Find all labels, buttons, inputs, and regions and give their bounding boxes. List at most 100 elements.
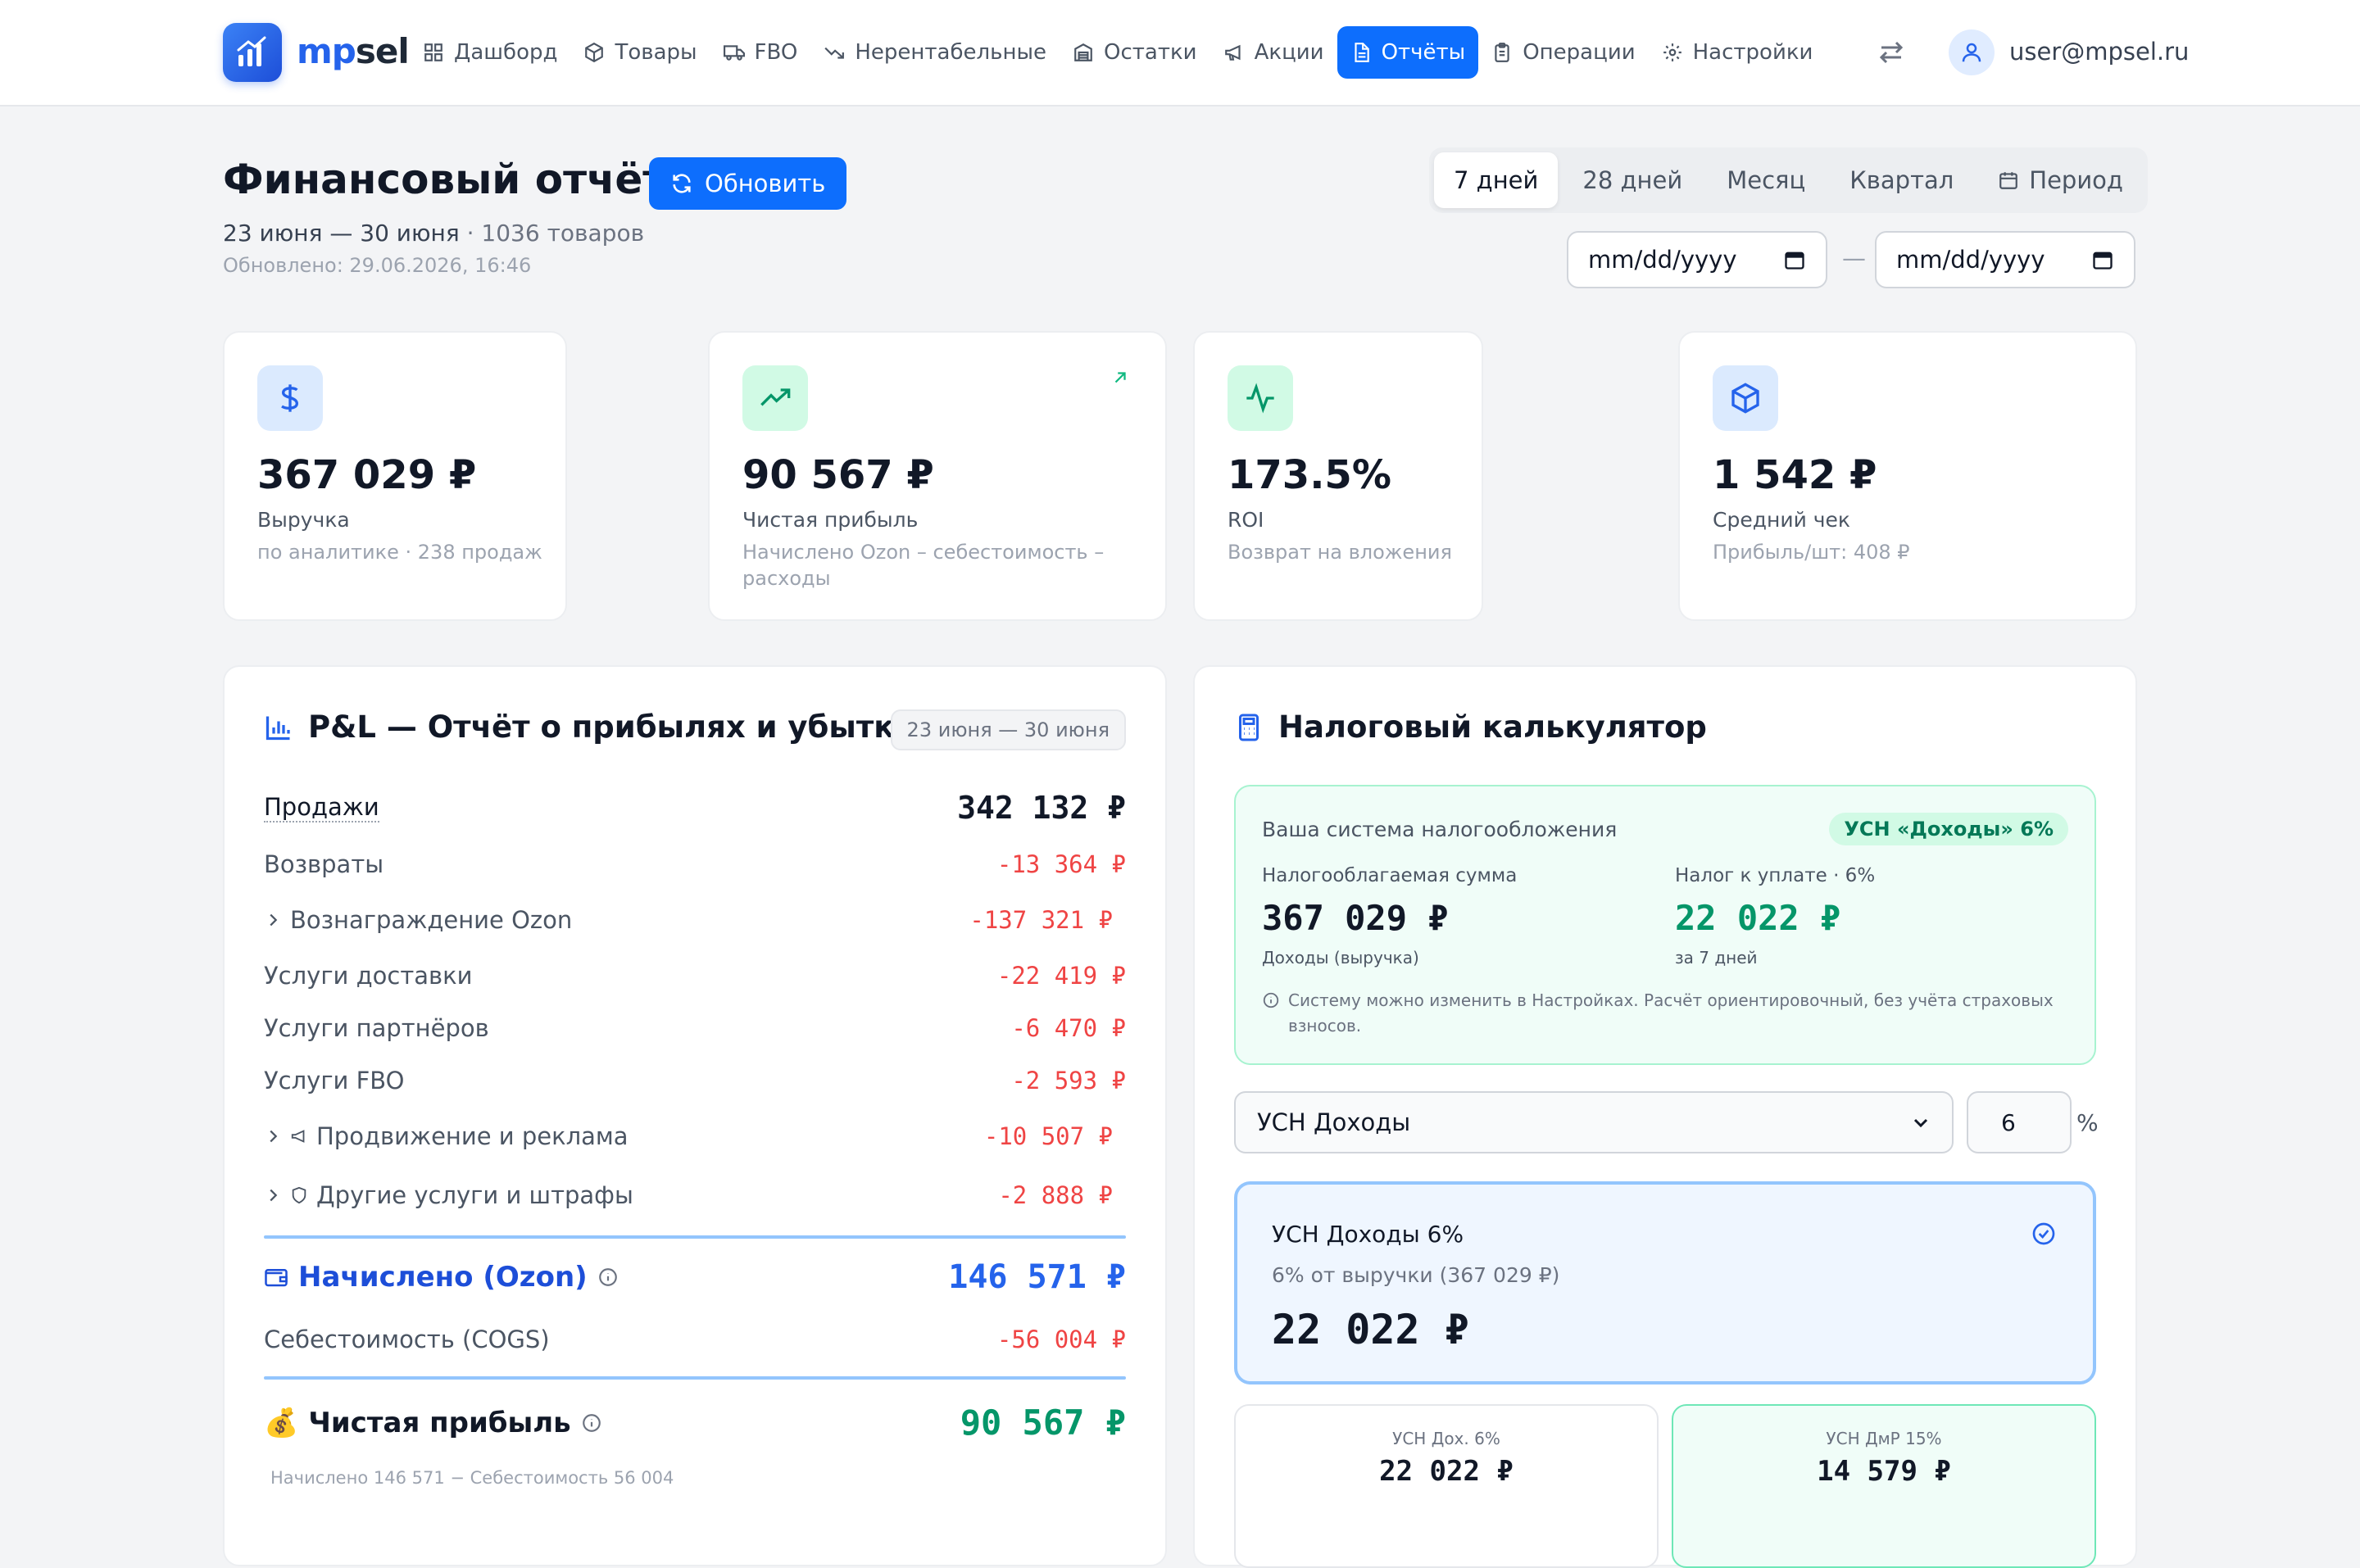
bar-chart-icon bbox=[264, 713, 293, 742]
tab-28-days[interactable]: 28 дней bbox=[1563, 152, 1702, 208]
kpi-sub: по аналитике · 238 продаж bbox=[257, 541, 542, 564]
kpi-sub: Прибыль/шт: 408 ₽ bbox=[1713, 541, 1910, 564]
kpi-value: 173.5% bbox=[1228, 452, 1391, 498]
date-from-input[interactable]: mm/dd/yyyy bbox=[1567, 231, 1827, 288]
tax-note: Систему можно изменить в Настройках. Рас… bbox=[1262, 988, 2062, 1039]
check-circle-icon bbox=[2031, 1221, 2057, 1247]
page-title: Финансовый отчёт bbox=[223, 156, 667, 203]
kpi-card-revenue: 367 029 ₽ Выручка по аналитике · 238 про… bbox=[223, 331, 567, 621]
shield-icon bbox=[290, 1186, 308, 1204]
clipboard-icon bbox=[1491, 42, 1513, 63]
grid-icon bbox=[423, 42, 444, 63]
pl-row-partners: Услуги партнёров -6 470 ₽ bbox=[264, 1014, 1126, 1042]
info-icon[interactable] bbox=[597, 1267, 619, 1288]
logo-icon[interactable] bbox=[223, 23, 282, 82]
kpi-value: 367 029 ₽ bbox=[257, 452, 477, 498]
nav-item-operations[interactable]: Операции bbox=[1478, 26, 1648, 79]
kpi-card-net-profit: 90 567 ₽ Чистая прибыль Начислено Ozon –… bbox=[708, 331, 1167, 621]
pl-date-chip: 23 июня — 30 июня bbox=[890, 709, 1126, 750]
kpi-card-avg-check: 1 542 ₽ Средний чек Прибыль/шт: 408 ₽ bbox=[1678, 331, 2137, 621]
pl-row-cogs: Себестоимость (COGS) -56 004 ₽ bbox=[264, 1326, 1126, 1353]
arrow-up-right-icon bbox=[1111, 369, 1129, 387]
tax-system-badge: УСН «Доходы» 6% bbox=[1829, 813, 2068, 845]
pl-row-delivery: Услуги доставки -22 419 ₽ bbox=[264, 962, 1126, 990]
gear-icon bbox=[1662, 42, 1683, 63]
tab-period[interactable]: Период bbox=[1978, 152, 2143, 208]
chevron-down-icon bbox=[1911, 1113, 1931, 1132]
tax-panel: Налоговый калькулятор Ваша система налог… bbox=[1193, 665, 2137, 1568]
tax-compare-card[interactable]: УСН ДмР 15% 14 579 ₽ bbox=[1672, 1404, 2096, 1568]
tab-month[interactable]: Месяц bbox=[1707, 152, 1825, 208]
date-to-input[interactable]: mm/dd/yyyy bbox=[1875, 231, 2135, 288]
info-icon[interactable] bbox=[581, 1412, 602, 1434]
tax-rate-input[interactable]: 6 bbox=[1967, 1091, 2072, 1153]
truck-icon bbox=[723, 42, 745, 63]
calendar-icon[interactable] bbox=[1783, 248, 1806, 271]
nav-item-promos[interactable]: Акции bbox=[1210, 26, 1337, 79]
net-profit-formula: Начислено 146 571 − Себестоимость 56 004 bbox=[270, 1468, 674, 1488]
calendar-icon bbox=[1998, 170, 2019, 191]
cube-icon bbox=[1713, 365, 1778, 431]
tax-result-card[interactable]: УСН Доходы 6% 6% от выручки (367 029 ₽) … bbox=[1234, 1181, 2096, 1384]
pl-title: P&L — Отчёт о прибылях и убытках bbox=[264, 709, 934, 745]
pl-row-accrued: Начислено (Ozon) 146 571 ₽ bbox=[264, 1258, 1126, 1296]
tax-compare-card[interactable]: УСН Дох. 6% 22 022 ₽ bbox=[1234, 1404, 1659, 1568]
tab-7-days[interactable]: 7 дней bbox=[1434, 152, 1559, 208]
chevron-right-icon[interactable] bbox=[264, 1186, 282, 1204]
date-separator: — bbox=[1842, 244, 1866, 272]
tab-quarter[interactable]: Квартал bbox=[1830, 152, 1973, 208]
pl-row-other[interactable]: Другие услуги и штрафы -2 888 ₽ bbox=[264, 1181, 1113, 1209]
kpi-label: Выручка bbox=[257, 508, 350, 532]
box-icon bbox=[583, 42, 605, 63]
nav-item-stock[interactable]: Остатки bbox=[1060, 26, 1210, 79]
calendar-icon[interactable] bbox=[2091, 248, 2114, 271]
nav-item-fbo[interactable]: FBO bbox=[710, 26, 811, 79]
trending-up-icon bbox=[742, 365, 808, 431]
megaphone-icon bbox=[1223, 42, 1245, 63]
nav-item-settings[interactable]: Настройки bbox=[1649, 26, 1827, 79]
report-subtitle: 23 июня — 30 июня · 1036 товаров bbox=[223, 220, 645, 247]
refresh-icon bbox=[670, 172, 693, 195]
pl-row-fbo: Услуги FBO -2 593 ₽ bbox=[264, 1067, 1126, 1094]
calculator-icon bbox=[1234, 713, 1264, 742]
kpi-sub: Возврат на вложения bbox=[1228, 541, 1452, 564]
nav-item-reports[interactable]: Отчёты bbox=[1337, 26, 1479, 79]
money-bag-icon: 💰 bbox=[264, 1406, 299, 1439]
tax-system-label: Ваша система налогообложения bbox=[1262, 818, 1618, 841]
period-tabs: 7 дней 28 дней Месяц Квартал Период bbox=[1429, 147, 2148, 213]
kpi-card-roi: 173.5% ROI Возврат на вложения bbox=[1193, 331, 1483, 621]
nav-item-dashboard[interactable]: Дашборд bbox=[410, 26, 570, 79]
kpi-sub: Начислено Ozon – себестоимость – расходы bbox=[742, 541, 1105, 590]
tax-due: Налог к уплате · 6% 22 022 ₽ за 7 дней bbox=[1675, 865, 1876, 968]
activity-icon bbox=[1228, 365, 1293, 431]
user-avatar-icon[interactable] bbox=[1949, 29, 1995, 75]
swap-icon[interactable] bbox=[1877, 38, 1906, 67]
updated-timestamp: Обновлено: 29.06.2026, 16:46 bbox=[223, 254, 532, 277]
pl-row-ads[interactable]: Продвижение и реклама -10 507 ₽ bbox=[264, 1122, 1113, 1150]
pl-row-net-profit: 💰 Чистая прибыль 90 567 ₽ bbox=[264, 1403, 1126, 1443]
kpi-value: 1 542 ₽ bbox=[1713, 452, 1877, 498]
warehouse-icon bbox=[1073, 42, 1094, 63]
tax-summary-box: Ваша система налогообложения УСН «Доходы… bbox=[1234, 785, 2096, 1065]
brand-name[interactable]: mpsel bbox=[297, 31, 410, 71]
megaphone-icon bbox=[290, 1127, 308, 1145]
tax-system-select[interactable]: УСН Доходы bbox=[1234, 1091, 1954, 1153]
refresh-button[interactable]: Обновить bbox=[649, 157, 847, 210]
pl-row-sales[interactable]: Продажи 342 132 ₽ bbox=[264, 790, 1126, 826]
chevron-right-icon[interactable] bbox=[264, 1127, 282, 1145]
divider bbox=[264, 1376, 1126, 1380]
user-email[interactable]: user@mpsel.ru bbox=[2009, 38, 2189, 66]
file-icon bbox=[1350, 42, 1372, 63]
pl-row-ozon-fee[interactable]: Вознаграждение Ozon -137 321 ₽ bbox=[264, 906, 1113, 934]
nav-item-unprofitable[interactable]: Нерентабельные bbox=[810, 26, 1060, 79]
percent-label: % bbox=[2076, 1109, 2099, 1136]
main-nav: Дашборд Товары FBO Нерентабельные Остатк… bbox=[410, 26, 1826, 79]
kpi-label: Средний чек bbox=[1713, 508, 1851, 532]
nav-item-products[interactable]: Товары bbox=[570, 26, 710, 79]
wallet-icon bbox=[264, 1265, 288, 1289]
tax-title: Налоговый калькулятор bbox=[1234, 709, 1707, 745]
kpi-label: Чистая прибыль bbox=[742, 508, 919, 532]
kpi-label: ROI bbox=[1228, 508, 1264, 532]
trending-down-icon bbox=[824, 42, 845, 63]
chevron-right-icon[interactable] bbox=[264, 911, 282, 929]
